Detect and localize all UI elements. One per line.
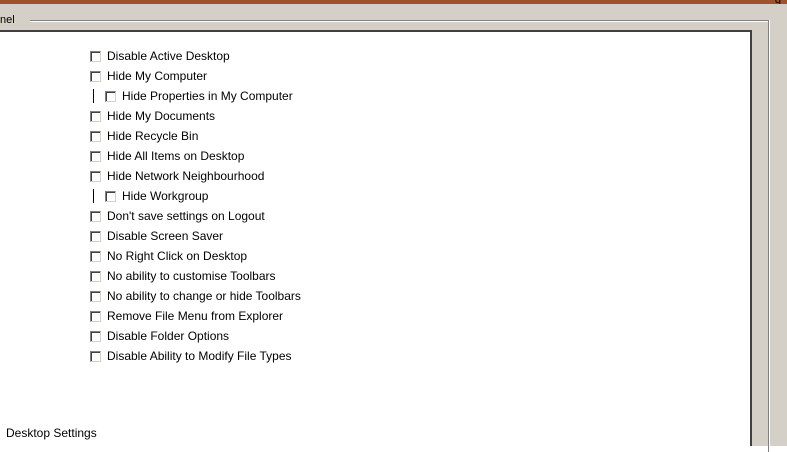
option-row[interactable]: Hide Properties in My Computer <box>90 86 301 106</box>
option-checkbox[interactable] <box>90 210 101 222</box>
option-checkbox[interactable] <box>90 270 101 282</box>
option-label: Hide Properties in My Computer <box>122 89 293 103</box>
option-row[interactable]: No ability to customise Toolbars <box>90 266 301 286</box>
option-checkbox[interactable] <box>90 230 101 242</box>
option-checkbox[interactable] <box>105 90 116 102</box>
option-row[interactable]: No Right Click on Desktop <box>90 246 301 266</box>
options-list: Disable Active Desktop Hide My Computer Hi… <box>90 46 301 366</box>
option-label: Hide My Documents <box>107 109 216 123</box>
option-label: Hide Recycle Bin <box>107 129 199 143</box>
option-checkbox[interactable] <box>90 150 101 162</box>
option-checkbox[interactable] <box>90 290 101 302</box>
group-box-top-line <box>30 20 768 22</box>
option-label: Disable Folder Options <box>107 329 230 343</box>
group-box-right-line <box>768 20 770 452</box>
option-row[interactable]: Disable Ability to Modify File Types <box>90 346 301 366</box>
option-row[interactable]: Hide My Computer <box>90 66 301 86</box>
option-row[interactable]: No ability to change or hide Toolbars <box>90 286 301 306</box>
option-label: Don't save settings on Logout <box>107 209 265 223</box>
group-box-title: nel <box>0 13 18 27</box>
option-row[interactable]: Don't save settings on Logout <box>90 206 301 226</box>
option-label: No Right Click on Desktop <box>107 249 248 263</box>
settings-panel: Disable Active Desktop Hide My Computer Hi… <box>0 30 752 446</box>
option-checkbox[interactable] <box>90 110 101 122</box>
option-row[interactable]: Hide My Documents <box>90 106 301 126</box>
option-checkbox[interactable] <box>90 330 101 342</box>
option-checkbox[interactable] <box>90 350 101 362</box>
option-row[interactable]: Remove File Menu from Explorer <box>90 306 301 326</box>
option-label: Hide Network Neighbourhood <box>107 169 265 183</box>
option-label: No ability to customise Toolbars <box>107 269 276 283</box>
option-checkbox[interactable] <box>90 310 101 322</box>
option-checkbox[interactable] <box>90 130 101 142</box>
option-row[interactable]: Disable Screen Saver <box>90 226 301 246</box>
option-row[interactable]: Hide Network Neighbourhood <box>90 166 301 186</box>
option-checkbox[interactable] <box>90 70 101 82</box>
option-row[interactable]: Hide Workgroup <box>90 186 301 206</box>
option-label: Hide Workgroup <box>122 189 209 203</box>
option-label: No ability to change or hide Toolbars <box>107 289 301 303</box>
section-label: Desktop Settings <box>6 426 97 440</box>
option-row[interactable]: Disable Active Desktop <box>90 46 301 66</box>
option-row[interactable]: Hide Recycle Bin <box>90 126 301 146</box>
option-label: Hide My Computer <box>107 69 208 83</box>
tree-connector-line <box>93 189 94 203</box>
option-checkbox[interactable] <box>90 250 101 262</box>
option-row[interactable]: Disable Folder Options <box>90 326 301 346</box>
option-label: Remove File Menu from Explorer <box>107 309 284 323</box>
option-label: Disable Screen Saver <box>107 229 224 243</box>
option-label: Disable Ability to Modify File Types <box>107 349 292 363</box>
option-checkbox[interactable] <box>105 190 116 202</box>
option-checkbox[interactable] <box>90 170 101 182</box>
option-checkbox[interactable] <box>90 50 101 62</box>
option-label: Hide All Items on Desktop <box>107 149 245 163</box>
tree-connector-line <box>93 89 94 103</box>
option-label: Disable Active Desktop <box>107 49 230 63</box>
option-row[interactable]: Hide All Items on Desktop <box>90 146 301 166</box>
